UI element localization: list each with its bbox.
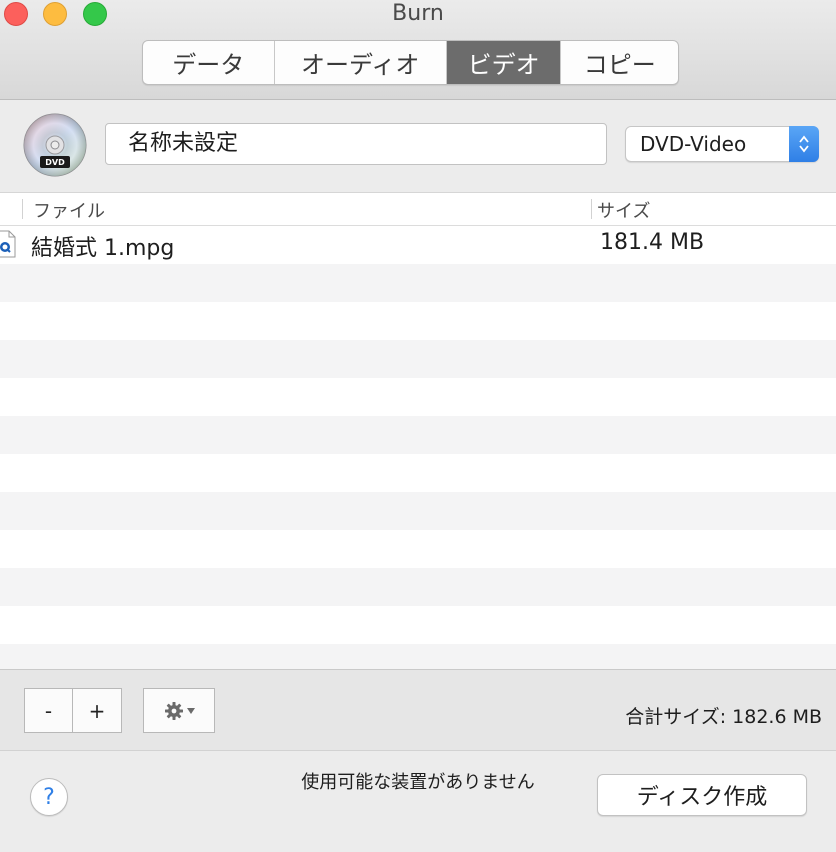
tab-audio[interactable]: オーディオ [275,41,447,84]
dropdown-triangle-icon [186,707,195,714]
empty-row [0,378,836,416]
empty-row [0,606,836,644]
total-size-label: 合計サイズ: 182.6 MB [625,706,822,728]
table-body: 結婚式 1.mpg 181.4 MB [0,226,836,669]
table-header: ファイル サイズ [0,193,836,226]
column-separator[interactable] [22,199,23,219]
svg-text:DVD: DVD [45,158,65,167]
column-header-size[interactable]: サイズ [597,197,650,223]
tab-copy[interactable]: コピー [561,41,678,84]
column-header-file[interactable]: ファイル [33,197,105,223]
disc-name-input[interactable]: 名称未設定 [105,123,607,165]
disc-type-value: DVD-Video [640,132,747,156]
window-title: Burn [392,1,444,26]
empty-row [0,568,836,606]
tab-data[interactable]: データ [143,41,275,84]
gear-icon [164,701,183,720]
mode-tabs: データ オーディオ ビデオ コピー [142,40,679,85]
quicktime-file-icon [0,230,16,258]
empty-row [0,264,836,302]
empty-row [0,530,836,568]
disc-type-select[interactable]: DVD-Video [625,126,819,162]
column-separator[interactable] [591,199,592,219]
empty-row [0,454,836,492]
burn-disc-button[interactable]: ディスク作成 [597,774,807,816]
dvd-disc-icon: DVD [23,113,87,177]
file-size: 181.4 MB [600,230,705,255]
empty-row [0,492,836,530]
action-menu-button[interactable] [143,688,215,733]
empty-row [0,302,836,340]
table-row[interactable]: 結婚式 1.mpg 181.4 MB [0,226,836,264]
title-bar: Burn データ オーディオ ビデオ コピー [0,0,836,100]
updown-arrows-icon [789,126,819,162]
empty-row [0,644,836,669]
list-controls-bar: - + 合計サイズ: 182.6 MB [0,669,836,751]
add-file-button[interactable]: + [73,688,122,733]
file-table: ファイル サイズ 結婚式 1.mpg 181.4 MB [0,193,836,669]
empty-row [0,340,836,378]
empty-row [0,416,836,454]
remove-file-button[interactable]: - [24,688,73,733]
file-name: 結婚式 1.mpg [31,236,175,261]
add-remove-group: - + [24,688,122,733]
footer-bar: ? 使用可能な装置がありません ディスク作成 [0,752,836,852]
disc-settings-row: DVD 名称未設定 DVD-Video [0,101,836,193]
tab-video[interactable]: ビデオ [446,41,562,84]
